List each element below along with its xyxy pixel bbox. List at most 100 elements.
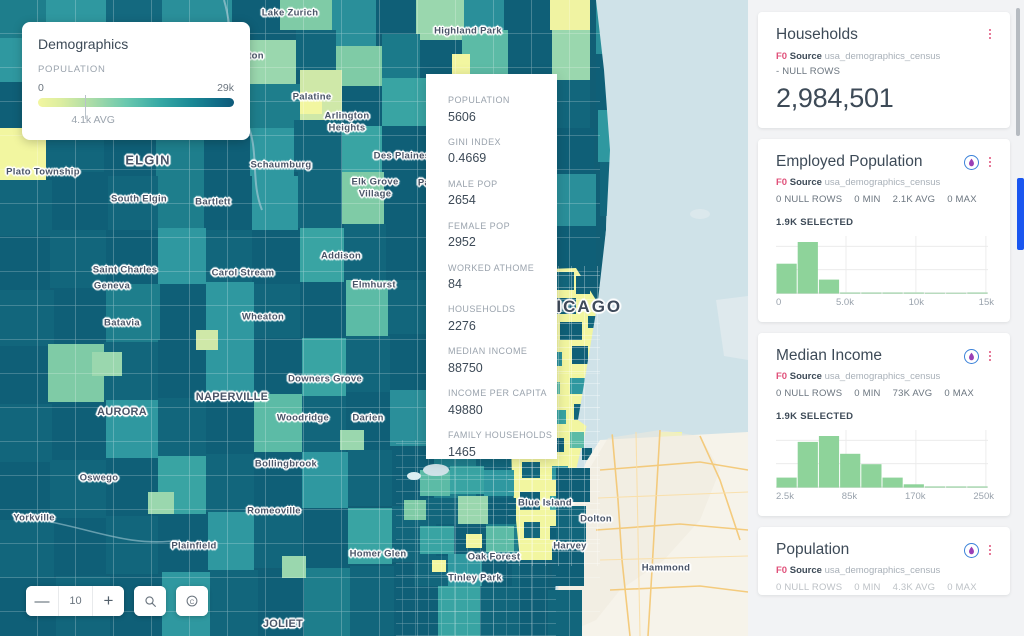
legend-title: Demographics [38, 36, 129, 52]
source-badge: F0 [776, 371, 788, 383]
svg-text:C: C [190, 599, 195, 606]
tooltip-field-name: GINI INDEX [448, 136, 502, 147]
stat-item: 0 NULL ROWS [776, 387, 843, 399]
tooltip-row: FEMALE POP 2952 [448, 220, 557, 253]
search-button[interactable] [134, 586, 166, 616]
source-label: Source [789, 371, 822, 383]
widget-big-value: 2,984,501 [776, 82, 894, 113]
widget-source: F0 Source usa_demographics_census [776, 50, 994, 63]
widget-actions[interactable] [964, 347, 994, 364]
tooltip-field-value: 49880 [448, 402, 483, 417]
legend-color-ramp [38, 95, 234, 119]
histogram-axis: 2.5k 85k 170k 250k [776, 491, 994, 502]
source-label: Source [789, 50, 822, 62]
axis-tick-label: 15k [978, 296, 994, 308]
selected-count: 1.9K SELECTED [776, 410, 854, 422]
widget-stats: 0 NULL ROWS 0 MIN 73K AVG 0 MAX [776, 388, 994, 399]
attribution-control-group[interactable]: C [176, 586, 208, 616]
axis-tick-label: 170k [904, 490, 926, 502]
stat-item: 73K AVG [892, 387, 933, 399]
widget-card[interactable]: Median Income F0 Source usa_demographics_… [758, 332, 1010, 516]
widget-card[interactable]: Population F0 Source usa_demographics_cen… [758, 526, 1010, 595]
source-value: usa_demographics_census [824, 177, 941, 189]
stat-item: 2.1K AVG [892, 193, 936, 205]
filter-icon[interactable] [964, 542, 979, 558]
stat-item: 0 NULL ROWS [776, 581, 843, 593]
tooltip-field-value: 2654 [448, 193, 476, 208]
axis-tick-label: 5.0k [835, 296, 854, 308]
axis-tick-label: 250k [973, 490, 994, 502]
tooltip-field-value: 2952 [448, 235, 476, 250]
tooltip-field-name: FAMILY HOUSEHOLDS [448, 430, 553, 440]
source-badge: F0 [776, 177, 788, 189]
widget-card[interactable]: Employed Population F0 Source usa_demogra… [758, 138, 1010, 322]
filter-icon[interactable] [964, 154, 979, 170]
copyright-icon: C [186, 595, 198, 607]
sidebar-scrollbar-thumb[interactable] [1016, 8, 1020, 136]
tooltip-field-value: 0.4669 [448, 151, 487, 166]
null-rows-label: - NULL ROWS [776, 65, 841, 77]
selected-count: 1.9K SELECTED [776, 216, 854, 228]
widget-menu-button[interactable] [986, 156, 994, 168]
axis-tick-label: 10k [908, 296, 924, 308]
histogram-chart[interactable] [776, 235, 994, 294]
tooltip-field-name: MALE POP [448, 178, 498, 189]
widget-title: Median Income [776, 346, 882, 364]
widget-menu-button[interactable] [986, 350, 994, 362]
zoom-out-button[interactable]: — [26, 586, 58, 616]
tooltip-field-name: WORKED ATHOME [448, 262, 535, 273]
source-label: Source [789, 565, 822, 577]
widget-stats: 0 NULL ROWS 0 MIN 4.3K AVG 0 MAX [776, 582, 994, 593]
tooltip-field-name: FEMALE POP [448, 220, 511, 231]
legend-field-label: POPULATION [38, 64, 106, 75]
map-viewport[interactable]: Lake Zurich Highland Park gton Palatine Arli… [0, 0, 748, 636]
axis-tick-label: 0 [776, 296, 782, 308]
analytics-sidebar[interactable]: Households F0 Source usa_demographics_cen… [748, 0, 1024, 636]
feature-tooltip: POPULATION 5606 GINI INDEX 0.4669 MALE POP 26… [426, 74, 557, 459]
tooltip-row: WORKED ATHOME 84 [448, 262, 557, 295]
legend-panel[interactable]: Demographics POPULATION 0 29k 4.1k AVG [22, 22, 250, 140]
tooltip-row: FAMILY HOUSEHOLDS 1465 [448, 429, 557, 459]
sidebar-resize-handle[interactable] [1017, 178, 1024, 250]
search-control-group[interactable] [134, 586, 166, 616]
app-root: Lake Zurich Highland Park gton Palatine Arli… [0, 0, 1024, 636]
histogram-axis: 0 5.0k 10k 15k [776, 297, 994, 308]
search-icon [144, 595, 156, 607]
stat-item: 0 NULL ROWS [776, 193, 843, 205]
widget-actions[interactable] [964, 541, 994, 558]
widget-title: Employed Population [776, 152, 923, 170]
stat-item: 0 MIN [854, 387, 881, 399]
widget-actions[interactable] [964, 153, 994, 170]
source-label: Source [789, 177, 822, 189]
legend-average-tick [85, 95, 87, 119]
map-toolbar[interactable]: — 10 + C [26, 586, 208, 616]
source-value: usa_demographics_census [824, 371, 941, 383]
tooltip-row: POPULATION 5606 [448, 94, 557, 127]
stat-item: 0 MAX [944, 387, 974, 399]
zoom-level-value[interactable]: 10 [58, 586, 92, 616]
widget-actions[interactable] [986, 26, 994, 40]
tooltip-field-value: 84 [448, 277, 462, 291]
source-badge: F0 [776, 50, 788, 62]
zoom-control-group[interactable]: — 10 + [26, 586, 124, 616]
widget-source: F0 Source usa_demographics_census [776, 370, 994, 383]
tooltip-field-name: HOUSEHOLDS [448, 304, 516, 315]
widget-menu-button[interactable] [986, 28, 994, 40]
stat-item: 0 MIN [854, 193, 881, 205]
zoom-in-button[interactable]: + [92, 586, 124, 616]
source-badge: F0 [776, 565, 788, 577]
tooltip-field-value: 5606 [448, 109, 476, 124]
histogram-chart[interactable] [776, 429, 994, 488]
attribution-button[interactable]: C [176, 586, 208, 616]
legend-max-value: 29k [217, 82, 234, 94]
widget-menu-button[interactable] [986, 544, 994, 556]
tooltip-row: INCOME PER CAPITA 49880 [448, 387, 557, 420]
source-value: usa_demographics_census [824, 565, 941, 577]
legend-average-label: 4.1k AVG [71, 114, 115, 126]
tooltip-row: GINI INDEX 0.4669 [448, 136, 557, 169]
stat-item: 0 MIN [854, 581, 881, 593]
widget-card[interactable]: Households F0 Source usa_demographics_cen… [758, 12, 1010, 128]
filter-icon[interactable] [964, 348, 979, 364]
tooltip-field-value: 2276 [448, 318, 476, 333]
tooltip-row: HOUSEHOLDS 2276 [448, 303, 557, 336]
